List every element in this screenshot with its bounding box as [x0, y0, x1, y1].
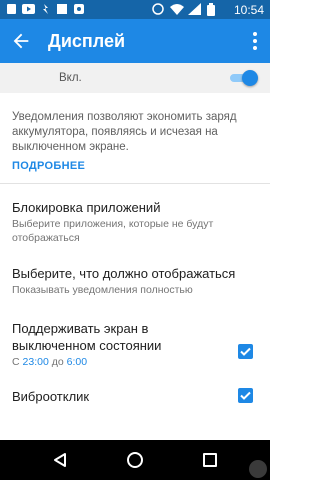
master-switch-label: Вкл. [59, 72, 82, 84]
setting-title: Виброотклик [12, 389, 90, 404]
nav-back-icon[interactable] [52, 452, 68, 468]
time-to[interactable]: 6:00 [67, 356, 87, 368]
alarm-icon [152, 3, 164, 15]
signal-icon [188, 3, 201, 15]
summary-prefix: С [12, 356, 20, 368]
setting-summary: Показывать уведомления полностью [12, 284, 193, 296]
data-icon [43, 4, 48, 14]
setting-title: Поддерживать экран в выключенном состоян… [12, 321, 162, 353]
divider [0, 183, 270, 184]
summary-mid: до [51, 356, 64, 368]
wifi-icon [170, 4, 184, 15]
nav-home-icon[interactable] [127, 452, 143, 468]
time-from[interactable]: 23:00 [23, 356, 49, 368]
notification-icon [74, 4, 84, 14]
master-toggle[interactable] [230, 70, 258, 86]
more-options-icon[interactable] [252, 31, 258, 51]
learn-more-link[interactable]: ПОДРОБНЕЕ [12, 160, 85, 172]
photo-icon [57, 4, 67, 14]
setting-title: Блокировка приложений [12, 200, 161, 215]
watermark-logo [249, 460, 267, 478]
status-time: 10:54 [233, 3, 264, 17]
navigation-bar [0, 440, 270, 480]
back-arrow-icon[interactable] [10, 30, 32, 52]
master-switch-row[interactable]: Вкл. [0, 63, 270, 93]
setting-summary: С 23:00 до 6:00 [12, 355, 227, 369]
setting-keep-screen[interactable]: Поддерживать экран в выключенном состоян… [12, 320, 227, 369]
status-bar: 10:54 [0, 0, 270, 19]
setting-app-blocking[interactable]: Блокировка приложений Выберите приложени… [12, 199, 262, 245]
haptic-checkbox[interactable] [238, 388, 253, 403]
keep-screen-checkbox[interactable] [238, 344, 253, 359]
setting-display-content[interactable]: Выберите, что должно отображаться Показы… [12, 265, 262, 297]
setting-haptic[interactable]: Виброотклик [12, 388, 262, 405]
setting-title: Выберите, что должно отображаться [12, 266, 236, 281]
battery-icon [207, 3, 215, 16]
setting-summary: Выберите приложения, которые не будут от… [12, 218, 214, 244]
youtube-icon [22, 4, 35, 14]
app-bar: Дисплей [0, 19, 270, 63]
description-text: Уведомления позволяют экономить заряд ак… [12, 111, 237, 153]
nav-recent-apps-icon[interactable] [203, 453, 217, 467]
page-title: Дисплей [48, 31, 126, 51]
toggle-thumb [242, 70, 258, 86]
sim-icon [7, 4, 16, 14]
